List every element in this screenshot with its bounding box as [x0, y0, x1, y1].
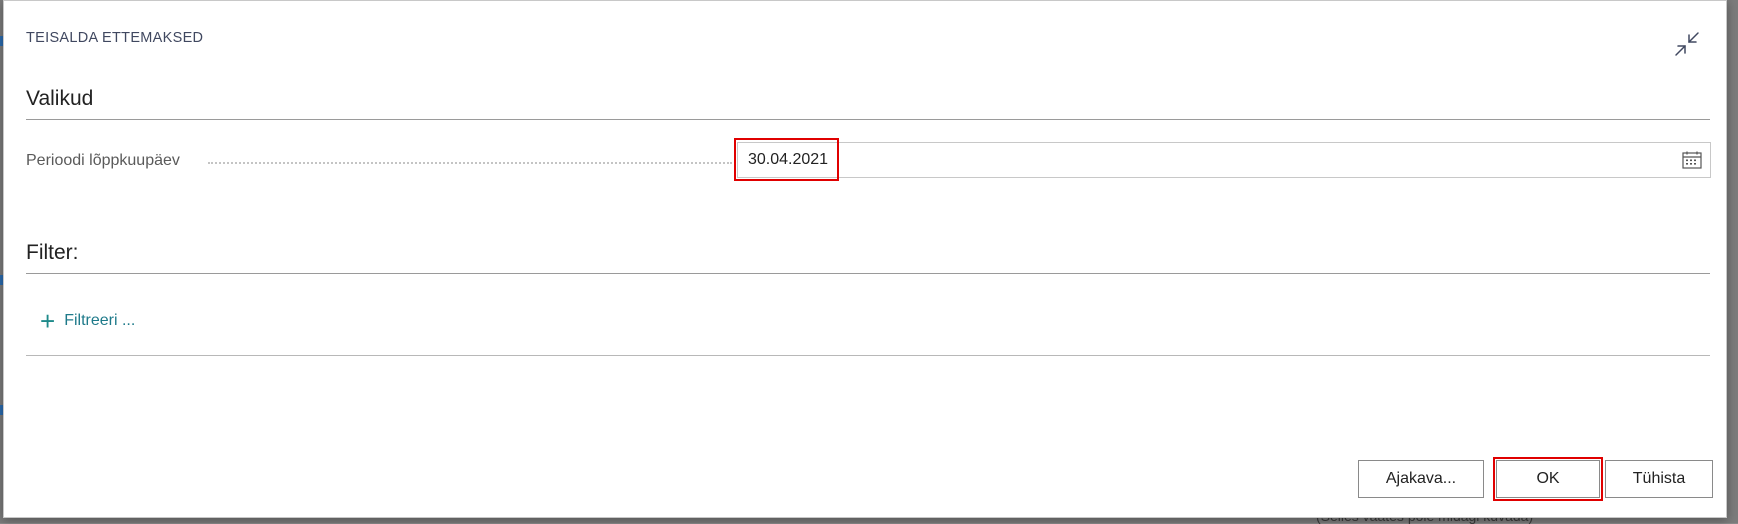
move-prepayments-dialog: TEISALDA ETTEMAKSED Valikud Perioodi lõp…: [3, 0, 1727, 518]
add-filter-label: Filtreeri ...: [64, 312, 136, 329]
label-leader-dots: [208, 162, 732, 164]
options-section-title: Valikud: [26, 87, 94, 110]
collapse-dialog-button[interactable]: [1670, 27, 1704, 61]
plus-icon: +: [40, 306, 56, 336]
period-end-date-label: Perioodi lõppkuupäev: [26, 152, 180, 169]
add-filter-link[interactable]: + Filtreeri ...: [40, 306, 136, 336]
cancel-button[interactable]: Tühista: [1605, 460, 1713, 498]
period-end-date-input[interactable]: 30.04.2021: [737, 142, 1711, 178]
options-section-divider: [26, 119, 1710, 120]
filter-section-title: Filter:: [26, 241, 79, 264]
collapse-arrows-icon: [1675, 32, 1699, 56]
schedule-button[interactable]: Ajakava...: [1358, 460, 1484, 498]
filter-bottom-divider: [26, 355, 1710, 356]
filter-section-divider: [26, 273, 1710, 274]
ok-highlight-box: [1493, 457, 1603, 501]
calendar-icon[interactable]: [1682, 151, 1702, 169]
dialog-title: TEISALDA ETTEMAKSED: [26, 30, 204, 46]
date-highlight-box: [734, 138, 839, 181]
